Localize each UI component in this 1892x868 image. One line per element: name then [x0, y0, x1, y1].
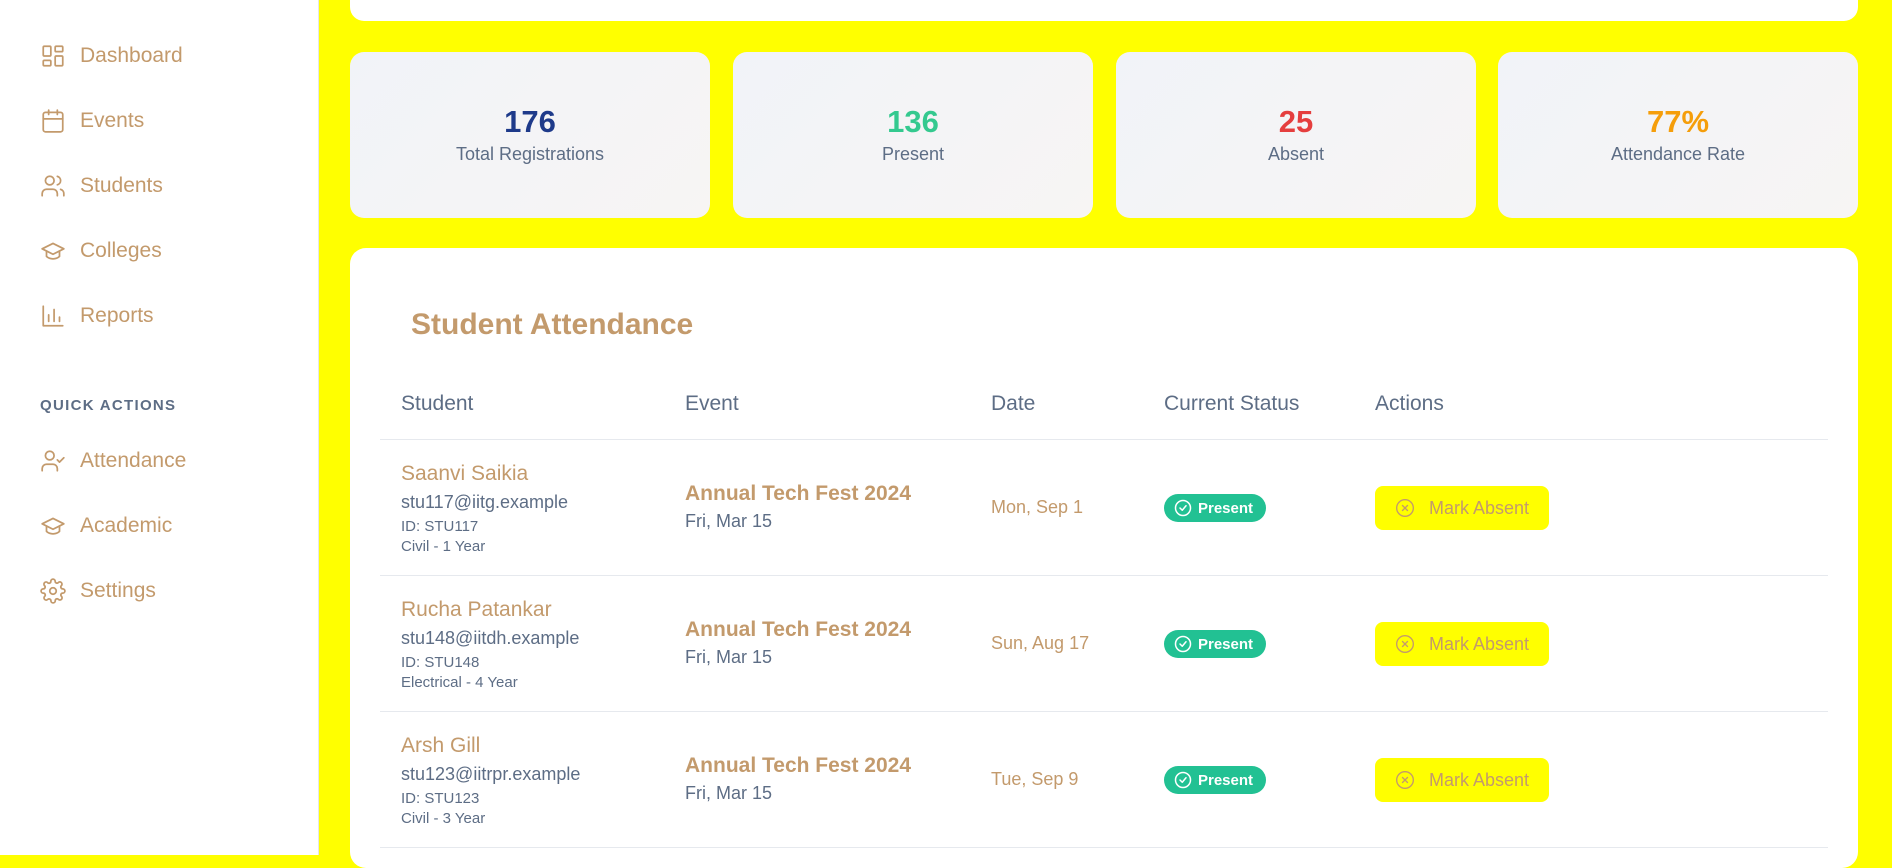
nav-label: Settings [80, 579, 156, 602]
stat-label: Present [881, 144, 945, 164]
column-header-event: Event [685, 392, 739, 415]
panel-title: Student Attendance [411, 308, 694, 341]
nav-events[interactable]: Events [40, 106, 144, 136]
status-badge: Present [1164, 766, 1267, 794]
stat-value: 176 [504, 104, 556, 139]
graduation-cap-icon [40, 513, 66, 539]
stat-label: Absent [1267, 144, 1325, 164]
student-id: ID: STU117 [401, 518, 479, 535]
student-dept: Electrical - 4 Year [401, 674, 518, 691]
stat-value: 25 [1278, 104, 1314, 139]
mark-absent-button[interactable]: Mark Absent [1375, 758, 1549, 802]
gear-icon [40, 578, 66, 604]
nav-label: Colleges [80, 239, 162, 262]
sidebar: Dashboard Events Students Colleges Repor… [0, 0, 319, 855]
nav-attendance[interactable]: Attendance [40, 446, 186, 476]
nav-label: Students [80, 174, 163, 197]
nav-label: Academic [80, 514, 173, 537]
x-circle-icon [1395, 499, 1414, 517]
x-circle-icon [1395, 635, 1414, 653]
header-bar [350, 0, 1858, 21]
attendance-date: Tue, Sep 9 [991, 769, 1079, 789]
stat-label: Total Registrations [455, 144, 605, 164]
bar-chart-icon [40, 303, 66, 329]
stat-card-absent: 25 Absent [1116, 52, 1476, 218]
student-dept: Civil - 1 Year [401, 538, 486, 555]
mark-absent-button[interactable]: Mark Absent [1375, 486, 1549, 530]
nav-dashboard[interactable]: Dashboard [40, 41, 183, 71]
student-email: stu148@iitdh.example [401, 628, 580, 648]
nav-label: Events [80, 109, 145, 132]
nav-label: Reports [80, 304, 154, 327]
attendance-panel: Student Attendance Student Event Date Cu… [350, 248, 1858, 868]
nav-academic[interactable]: Academic [40, 511, 172, 541]
calendar-icon [40, 108, 66, 134]
stat-value: 136 [887, 104, 939, 139]
check-circle-icon [1174, 771, 1192, 789]
event-date: Fri, Mar 15 [685, 647, 773, 667]
button-label: Mark Absent [1428, 633, 1530, 654]
status-badge: Present [1164, 630, 1267, 658]
event-name: Annual Tech Fest 2024 [685, 482, 912, 505]
student-dept: Civil - 3 Year [401, 810, 486, 827]
user-check-icon [40, 448, 66, 474]
nav-label: Attendance [80, 449, 187, 472]
stat-card-present: 136 Present [733, 52, 1093, 218]
nav-students[interactable]: Students [40, 171, 163, 201]
column-header-status: Current Status [1164, 392, 1300, 415]
stat-card-total: 176 Total Registrations [350, 52, 710, 218]
table-row: Saanvi Saikia stu117@iitg.example ID: ST… [350, 440, 1858, 576]
student-name: Saanvi Saikia [401, 462, 529, 485]
status-label: Present [1198, 635, 1254, 653]
grid-icon [40, 43, 66, 69]
x-circle-icon [1395, 771, 1414, 789]
attendance-date: Sun, Aug 17 [991, 633, 1090, 653]
column-header-date: Date [991, 392, 1036, 415]
student-name: Arsh Gill [401, 734, 481, 757]
quick-actions-label: QUICK ACTIONS [40, 397, 177, 414]
nav-reports[interactable]: Reports [40, 301, 154, 331]
student-id: ID: STU148 [401, 654, 480, 671]
student-email: stu117@iitg.example [401, 492, 569, 512]
stat-value: 77% [1646, 104, 1710, 139]
table-row: Rucha Patankar stu148@iitdh.example ID: … [350, 576, 1858, 712]
button-label: Mark Absent [1428, 497, 1530, 518]
column-header-student: Student [401, 392, 474, 415]
student-name: Rucha Patankar [401, 598, 552, 621]
divider [380, 847, 1828, 848]
status-label: Present [1198, 499, 1254, 517]
column-header-actions: Actions [1375, 392, 1444, 415]
stat-card-rate: 77% Attendance Rate [1498, 52, 1858, 218]
event-date: Fri, Mar 15 [685, 511, 773, 531]
check-circle-icon [1174, 499, 1192, 517]
button-label: Mark Absent [1428, 769, 1530, 790]
stat-label: Attendance Rate [1610, 144, 1746, 164]
student-id: ID: STU123 [401, 790, 480, 807]
table-row: Arsh Gill stu123@iitrpr.example ID: STU1… [350, 712, 1858, 848]
check-circle-icon [1174, 635, 1192, 653]
mark-absent-button[interactable]: Mark Absent [1375, 622, 1549, 666]
event-name: Annual Tech Fest 2024 [685, 754, 912, 777]
nav-label: Dashboard [80, 44, 183, 67]
event-name: Annual Tech Fest 2024 [685, 618, 912, 641]
event-date: Fri, Mar 15 [685, 783, 773, 803]
status-label: Present [1198, 771, 1254, 789]
status-badge: Present [1164, 494, 1267, 522]
attendance-date: Mon, Sep 1 [991, 497, 1084, 517]
nav-settings[interactable]: Settings [40, 576, 156, 606]
nav-colleges[interactable]: Colleges [40, 236, 162, 266]
users-icon [40, 173, 66, 199]
student-email: stu123@iitrpr.example [401, 764, 581, 784]
graduation-cap-icon [40, 238, 66, 264]
